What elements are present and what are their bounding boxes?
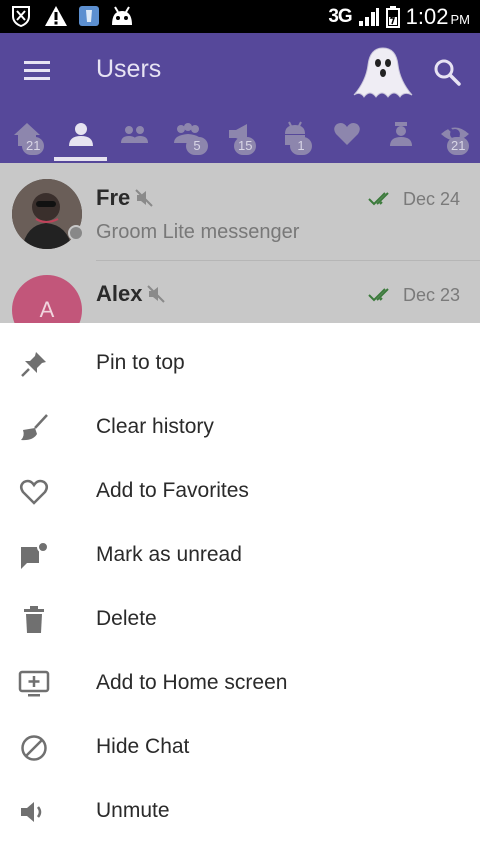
tab-badge: 21 [22, 137, 45, 155]
unmute-option[interactable]: Unmute [0, 779, 480, 843]
mark-as-unread-option[interactable]: Mark as unread [0, 523, 480, 587]
shield-icon [10, 5, 32, 27]
avatar: A [12, 275, 82, 323]
ghost-icon[interactable] [352, 45, 414, 101]
tab-indicator [54, 157, 107, 161]
option-label: Unmute [96, 799, 170, 822]
add-home-icon [18, 669, 50, 699]
group-icon [121, 126, 148, 143]
tab-admin[interactable] [374, 109, 427, 163]
chat-row[interactable]: Fre Dec 24 Groom Lite messenger [0, 163, 480, 261]
pin-icon [18, 349, 50, 379]
tab-home[interactable]: 21 [0, 109, 53, 163]
option-label: Mark as unread [96, 543, 242, 566]
tab-bots[interactable]: 1 [268, 109, 321, 163]
admin-icon [390, 122, 412, 146]
signal-icon [358, 7, 379, 26]
hide-chat-option[interactable]: Hide Chat [0, 715, 480, 779]
tab-badge: 21 [447, 137, 470, 155]
tab-channels[interactable]: 15 [214, 109, 267, 163]
chat-preview: Groom Lite messenger [96, 221, 300, 243]
heart-icon [334, 123, 360, 145]
page-title: Users [96, 55, 162, 83]
heart-outline-icon [18, 477, 50, 507]
option-label: Clear history [96, 415, 214, 438]
chat-date: Dec 24 [402, 189, 460, 209]
read-checks-icon [368, 288, 389, 302]
unread-icon [18, 541, 50, 571]
mute-icon [135, 189, 153, 207]
delete-option[interactable]: Delete [0, 587, 480, 651]
android-icon [108, 5, 136, 27]
presence-indicator [68, 225, 84, 241]
network-type: 3G [328, 5, 352, 27]
warning-icon [44, 5, 68, 27]
status-bar: 3G 1:02 PM [0, 0, 480, 33]
chat-row[interactable]: A Alex Dec 23 [0, 261, 480, 323]
option-label: Delete [96, 607, 157, 630]
battery-icon [385, 5, 400, 28]
menu-icon[interactable] [20, 55, 54, 87]
clock: 1:02 PM [405, 3, 470, 29]
person-icon [69, 123, 93, 146]
status-right: 3G 1:02 PM [328, 0, 470, 33]
trash-icon [18, 605, 50, 635]
option-label: Pin to top [96, 351, 185, 374]
tab-hidden[interactable]: 21 [427, 109, 480, 163]
broom-icon [18, 413, 50, 443]
block-icon [18, 733, 50, 763]
chat-name: Alex [96, 281, 143, 306]
tab-users[interactable] [54, 109, 107, 163]
add-to-favorites-option[interactable]: Add to Favorites [0, 459, 480, 523]
read-checks-icon [368, 192, 389, 206]
chat-name: Fre [96, 185, 131, 210]
clear-history-option[interactable]: Clear history [0, 395, 480, 459]
tab-contacts[interactable] [106, 109, 159, 163]
option-label: Add to Favorites [96, 479, 249, 502]
search-icon[interactable] [430, 55, 464, 89]
volume-icon [18, 797, 50, 827]
chat-options-sheet: Pin to top Clear history Add to Favorite… [0, 323, 480, 853]
tab-favorites[interactable] [320, 109, 373, 163]
chat-list: Fre Dec 24 Groom Lite messenger A Alex D… [0, 163, 480, 323]
tab-badge: 15 [234, 137, 257, 155]
app-notification-icon [78, 5, 100, 27]
tab-badge: 5 [186, 137, 208, 155]
filter-tabs: 21 5 15 1 21 [0, 109, 480, 163]
option-label: Hide Chat [96, 735, 190, 758]
chat-date: Dec 23 [402, 285, 460, 305]
pin-to-top-option[interactable]: Pin to top [0, 331, 480, 395]
add-to-home-screen-option[interactable]: Add to Home screen [0, 651, 480, 715]
option-label: Add to Home screen [96, 671, 288, 694]
mute-icon [147, 285, 165, 303]
tab-badge: 1 [290, 137, 312, 155]
app-toolbar: Users [0, 33, 480, 109]
tab-groups[interactable]: 5 [160, 109, 213, 163]
